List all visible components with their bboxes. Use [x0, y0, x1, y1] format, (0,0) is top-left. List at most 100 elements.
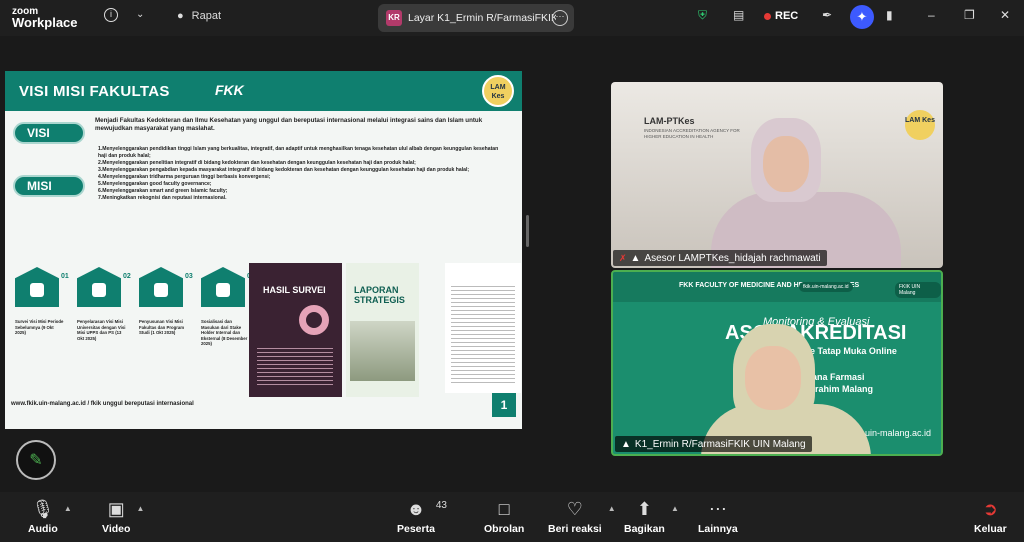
participants-button[interactable]: ☻ Peserta 43 [397, 498, 447, 535]
poster-title: HASIL SURVEI [263, 285, 326, 295]
poster-title: LAPORAN STRATEGIS [354, 285, 405, 305]
maximize-icon[interactable]: ❐ [964, 8, 975, 22]
survey-poster: HASIL SURVEI [249, 263, 342, 397]
shield-icon[interactable]: ⛨ [698, 8, 707, 23]
poster-text-lines [257, 345, 333, 385]
list-item: 6.Menyelenggarakan smart and green Islam… [98, 188, 228, 194]
document-text-lines [451, 283, 515, 383]
filter-icon [201, 267, 245, 307]
avatar: KR [386, 10, 402, 26]
sign-sub: INDONESIAN ACCREDITATION AGENCY FOR HIGH… [644, 128, 740, 139]
audio-button[interactable]: 🎙 Audio ▲ [28, 498, 72, 535]
wall-sign: LAM-PTKes INDONESIAN ACCREDITATION AGENC… [644, 116, 744, 176]
list-item: 5.Menyelenggarakan good faculty governan… [98, 181, 212, 187]
share-screen-tab[interactable]: KR Layar K1_Ermin R/FarmasiFKIK UIN Mala… [378, 4, 574, 32]
react-button[interactable]: ♡ Beri reaksi ▲ [548, 498, 616, 535]
participant-face [745, 346, 801, 410]
list-item: 1.Menyelenggarakan pendidikan tinggi Isl… [98, 146, 499, 159]
shared-screen[interactable]: VISI MISI FAKULTAS FKK LAM Kes VISI MISI… [5, 71, 522, 429]
video-button[interactable]: ▣ Video ▲ [102, 498, 144, 535]
list-item: 4.Menyelenggarakan tridharma perguruan t… [98, 174, 271, 180]
bg-name-pill: FKIK UIN Malang [895, 282, 941, 298]
bg-url: uin-malang.ac.id [864, 428, 931, 438]
more-icon: ⋯ [708, 499, 727, 519]
report-poster: LAPORAN STRATEGIS [346, 263, 419, 397]
side-panel-icon[interactable]: ▮ [886, 8, 893, 22]
recording-indicator[interactable]: REC [764, 10, 798, 22]
split-resize-handle[interactable] [526, 215, 529, 247]
meeting-label: Rapat [191, 10, 222, 22]
record-dot-icon [764, 12, 771, 20]
share-button[interactable]: ⬆ Bagikan ▲ [624, 498, 679, 535]
step-item: 01 Survei Visi Misi Periode Sebelumnya (… [15, 267, 69, 336]
page-number: 1 [492, 393, 516, 417]
virtual-background-banner: FKK FACULTY OF MEDICINE AND HEALTH SCIEN… [613, 272, 941, 302]
misi-label: MISI [13, 175, 85, 197]
edit-icon[interactable]: ✒ [822, 8, 832, 22]
pin-icon: ▲ [630, 252, 641, 264]
slide-header: VISI MISI FAKULTAS FKK LAM Kes [5, 71, 522, 111]
pin-icon: ▲ [621, 438, 631, 450]
misi-list: 1.Menyelenggarakan pendidikan tinggi Isl… [98, 146, 508, 202]
share-screen-icon: ⬆ [636, 499, 652, 519]
notes-icon[interactable]: ▤ [733, 8, 744, 22]
step-item: 02 Penyelarasan Visi Misi Universitas de… [77, 267, 131, 341]
sign-main: LAM-PTKes [644, 116, 695, 126]
paw-icon: ● [177, 10, 184, 22]
chevron-up-icon[interactable]: ▲ [136, 504, 144, 513]
list-item: 3.Menyelenggarakan pengabdian kepada mas… [98, 167, 470, 173]
step-caption: Sosialisasi dan Masukan dari Stake Holde… [201, 319, 248, 346]
chevron-up-icon[interactable]: ▲ [608, 504, 616, 513]
chat-button[interactable]: □ Obrolan [484, 498, 524, 535]
visi-label: VISI [13, 122, 85, 144]
video-tile-assessor[interactable]: LAM-PTKes INDONESIAN ACCREDITATION AGENC… [611, 82, 943, 268]
video-label: Video [102, 523, 131, 535]
react-label: Beri reaksi [548, 523, 602, 535]
annotate-pencil-button[interactable]: ✎ [16, 440, 56, 480]
participant-name-tag: ▲ K1_Ermin R/FarmasiFKIK UIN Malang [615, 436, 812, 452]
minimize-icon[interactable]: – [928, 8, 935, 22]
step-item: 03 Penyusunan Visi Misi Fakultas dan Pro… [139, 267, 193, 336]
info-icon[interactable]: i [104, 8, 118, 22]
participants-count: 43 [435, 500, 447, 511]
audio-label: Audio [28, 523, 58, 535]
slide-footer: www.fkik.uin-malang.ac.id / fkik unggul … [5, 393, 522, 429]
step-item: 04 Sosialisasi dan Masukan dari Stake Ho… [201, 267, 255, 347]
presentation-icon [139, 267, 183, 307]
people-icon: ☻ [406, 499, 426, 519]
phone-icon [77, 267, 121, 307]
participant-name: Asesor LAMPTKes_hidajah rachmawati [644, 252, 821, 264]
fkk-logo: FKK [215, 82, 244, 98]
people-icon [15, 267, 59, 307]
donut-graphic [299, 305, 329, 335]
visi-text: Menjadi Fakultas Kedokteran dan Ilmu Kes… [95, 117, 483, 132]
chevron-up-icon[interactable]: ▲ [64, 504, 72, 513]
participant-name-tag: ✗ ▲ Asesor LAMPTKes_hidajah rachmawati [613, 250, 827, 266]
list-item: 7.Meningkatkan rekognisi dan reputasi in… [98, 195, 227, 201]
more-label: Lainnya [698, 523, 738, 535]
step-number: 02 [123, 273, 131, 280]
chat-icon: □ [498, 499, 510, 519]
more-options-icon[interactable]: ⋯ [552, 10, 568, 26]
leave-button[interactable]: ➲ Keluar [974, 498, 1007, 535]
ai-companion-icon[interactable]: ✦ [850, 5, 874, 29]
step-caption: Penyusunan Visi Misi Fakultas dan Progra… [139, 319, 185, 335]
meeting-controls: 🎙 Audio ▲ ▣ Video ▲ ☻ Peserta 43 □ Obrol… [0, 492, 1024, 542]
video-off-icon: ▣ [107, 499, 125, 519]
list-item: 2.Menyelenggarakan penelitian integratif… [98, 160, 416, 166]
step-number: 01 [61, 273, 69, 280]
chevron-down-icon[interactable]: ⌄ [136, 9, 144, 20]
chevron-up-icon[interactable]: ▲ [671, 504, 679, 513]
group-photo [350, 321, 415, 381]
top-bar: zoom Workplace i ⌄ ● Rapat KR Layar K1_E… [0, 0, 1024, 36]
mic-off-icon: ✗ [619, 252, 627, 263]
leave-icon: ➲ [982, 499, 998, 519]
close-icon[interactable]: ✕ [1000, 8, 1010, 22]
step-caption: Survei Visi Misi Periode Sebelumnya (9 O… [15, 319, 64, 335]
heart-icon: ♡ [566, 499, 583, 519]
more-button[interactable]: ⋯ Lainnya [698, 498, 738, 535]
zoom-logo: zoom Workplace [12, 6, 78, 29]
video-tile-speaker[interactable]: FKK FACULTY OF MEDICINE AND HEALTH SCIEN… [611, 270, 943, 456]
meeting-menu[interactable]: ● Rapat [177, 10, 221, 22]
document-thumbnail [445, 263, 521, 393]
